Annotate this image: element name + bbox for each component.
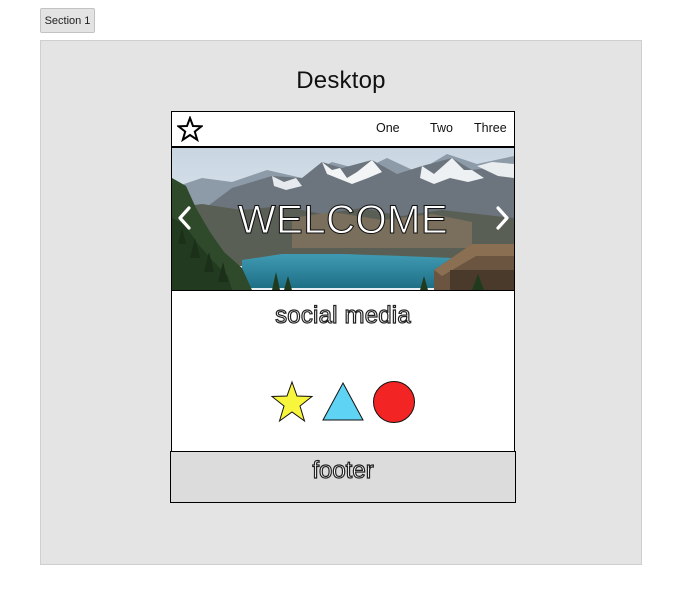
navigation-bar: One Two Three xyxy=(172,112,514,148)
nav-link-two[interactable]: Two xyxy=(430,121,453,135)
circle-icon[interactable] xyxy=(372,380,416,424)
star-outline-icon[interactable] xyxy=(177,116,203,142)
star-icon[interactable] xyxy=(270,380,314,424)
social-media-icons xyxy=(268,380,418,424)
social-media-heading: social media xyxy=(274,301,411,329)
footer: footer xyxy=(170,451,516,503)
hero-title: WELCOME xyxy=(237,198,449,243)
footer-label: footer xyxy=(312,456,375,484)
frame-title: Desktop xyxy=(296,67,386,94)
section-1-button[interactable]: Section 1 xyxy=(40,8,95,33)
nav-link-three[interactable]: Three xyxy=(474,121,507,135)
hero-carousel: WELCOME xyxy=(172,148,514,291)
nav-link-one[interactable]: One xyxy=(376,121,400,135)
page-mockup: One Two Three WELCOME social media xyxy=(171,111,515,452)
triangle-icon[interactable] xyxy=(321,380,365,424)
